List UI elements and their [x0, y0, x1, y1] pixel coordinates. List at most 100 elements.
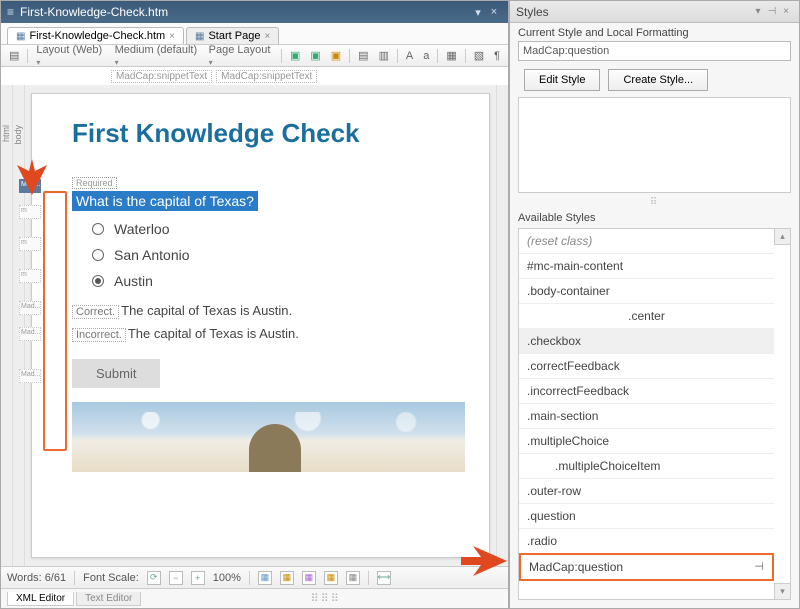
structure-item[interactable]: m — [19, 205, 41, 219]
pilcrow-icon[interactable]: ¶ — [492, 50, 502, 62]
tb-icon[interactable]: ▣ — [308, 49, 322, 62]
snippet-bar: MadCap:snippetText MadCap:snippetText — [1, 67, 508, 85]
tb-icon[interactable]: ▧ — [472, 49, 486, 62]
structure-labels: Mad... m m m Mad... Mad... Mad... — [19, 179, 41, 395]
close-tab-icon[interactable]: × — [264, 31, 270, 42]
incorrect-feedback: Incorrect.The capital of Texas is Austin… — [72, 326, 465, 341]
answer-item[interactable]: Austin — [92, 273, 465, 289]
structure-item[interactable]: Mad... — [19, 369, 41, 383]
tb-icon[interactable]: ▤ — [356, 49, 370, 62]
snippet-tag[interactable]: MadCap:snippetText — [216, 70, 317, 83]
answer-item[interactable]: San Antonio — [92, 247, 465, 263]
editor-title: First-Knowledge-Check.htm — [20, 5, 168, 19]
view-icon[interactable]: ▦ — [346, 571, 360, 585]
style-item[interactable]: .main-section — [519, 404, 774, 429]
style-item[interactable]: .question — [519, 504, 774, 529]
tab-text-editor[interactable]: Text Editor — [76, 592, 141, 606]
snippet-tag[interactable]: MadCap:snippetText — [111, 70, 212, 83]
menu-icon[interactable]: ≡ — [7, 5, 14, 19]
style-item[interactable]: .multipleChoice — [519, 429, 774, 454]
answer-label: Waterloo — [114, 221, 170, 237]
tb-icon[interactable]: A — [404, 50, 415, 62]
style-item[interactable]: .incorrectFeedback — [519, 379, 774, 404]
radio-icon[interactable] — [92, 223, 104, 235]
medium-dropdown[interactable]: Medium (default) — [113, 44, 201, 68]
style-preview — [518, 97, 791, 193]
structure-item[interactable]: m — [19, 237, 41, 251]
view-icon[interactable]: ▦ — [324, 571, 338, 585]
structure-item[interactable]: Mad... — [19, 327, 41, 341]
tb-icon[interactable]: ▣ — [329, 49, 343, 62]
zoom-reset-icon[interactable]: ⟳ — [147, 571, 161, 585]
tb-icon[interactable]: ▣ — [288, 49, 302, 62]
close-icon[interactable]: × — [779, 6, 793, 17]
feedback-text: The capital of Texas is Austin. — [128, 326, 299, 341]
page-area[interactable]: First Knowledge Check Required What is t… — [31, 93, 490, 558]
callout-arrow-left — [17, 159, 47, 198]
left-rail[interactable]: html — [1, 85, 13, 566]
current-style-label: Current Style and Local Formatting — [510, 23, 799, 41]
tab-file-1[interactable]: ▦ First-Knowledge-Check.htm × — [7, 27, 184, 44]
tab-label: Start Page — [208, 30, 260, 42]
editor-toolbar: ▤ Layout (Web) Medium (default) Page Lay… — [1, 45, 508, 67]
grip-handle[interactable]: ⠿ — [510, 197, 799, 208]
style-item[interactable]: .checkbox — [519, 329, 774, 354]
style-item[interactable]: #mc-main-content — [519, 254, 774, 279]
answer-item[interactable]: Waterloo — [92, 221, 465, 237]
scroll-up-icon[interactable]: ▴ — [774, 229, 790, 245]
right-rail[interactable] — [496, 85, 508, 566]
style-item[interactable]: (reset class) — [519, 229, 774, 254]
style-item[interactable]: .correctFeedback — [519, 354, 774, 379]
style-item[interactable]: .outer-row — [519, 479, 774, 504]
editor-body: html body First Knowledge Check Required… — [1, 85, 508, 566]
feedback-tag: Correct. — [72, 305, 119, 319]
close-icon[interactable]: × — [486, 6, 502, 18]
tb-icon[interactable]: ▦ — [444, 49, 458, 62]
zoom-in-icon[interactable]: + — [191, 571, 205, 585]
scroll-down-icon[interactable]: ▾ — [774, 583, 790, 599]
capitol-image — [72, 402, 465, 472]
view-icon[interactable]: ▦ — [280, 571, 294, 585]
page-layout-dropdown[interactable]: Page Layout — [207, 44, 275, 68]
required-tag: Required — [72, 177, 117, 189]
dropdown-icon[interactable]: ▾ — [470, 6, 486, 19]
style-item[interactable]: .body-container — [519, 279, 774, 304]
style-item[interactable]: .radio — [519, 529, 774, 554]
page-heading: First Knowledge Check — [72, 118, 465, 149]
correct-feedback: Correct.The capital of Texas is Austin. — [72, 303, 465, 318]
tb-icon[interactable]: ▥ — [377, 49, 391, 62]
pin-icon[interactable]: ⊣ — [765, 6, 779, 17]
radio-icon[interactable] — [92, 275, 104, 287]
view-icon[interactable]: ▦ — [302, 571, 316, 585]
ruler-icon[interactable]: ⟷ — [377, 571, 391, 585]
zoom-out-icon[interactable]: − — [169, 571, 183, 585]
tb-icon[interactable]: a — [421, 50, 431, 62]
styles-titlebar: Styles ▾ ⊣ × — [510, 1, 799, 23]
layout-dropdown[interactable]: Layout (Web) — [34, 44, 106, 68]
create-style-button[interactable]: Create Style... — [608, 69, 708, 91]
style-item[interactable]: .center — [519, 304, 774, 329]
style-item[interactable]: MadCap:question⊣ — [519, 553, 774, 581]
structure-item[interactable]: Mad... — [19, 301, 41, 315]
tab-file-2[interactable]: ▦ Start Page × — [186, 27, 279, 44]
view-icon[interactable]: ▦ — [258, 571, 272, 585]
editor-titlebar: ≡ First-Knowledge-Check.htm ▾ × — [1, 1, 508, 23]
radio-icon[interactable] — [92, 249, 104, 261]
file-tabs: ▦ First-Knowledge-Check.htm × ▦ Start Pa… — [1, 23, 508, 45]
doc-icon: ▦ — [195, 31, 204, 42]
tab-label: First-Knowledge-Check.htm — [29, 30, 165, 42]
structure-item[interactable]: m — [19, 269, 41, 283]
dropdown-icon[interactable]: ▾ — [751, 6, 765, 17]
style-item[interactable]: .multipleChoiceItem — [519, 454, 774, 479]
question-text[interactable]: What is the capital of Texas? — [72, 191, 258, 211]
bottom-tabs: XML Editor Text Editor ⠿⠿⠿ — [1, 588, 508, 608]
save-icon[interactable]: ▤ — [7, 49, 21, 62]
answer-label: San Antonio — [114, 247, 190, 263]
edit-style-button[interactable]: Edit Style — [524, 69, 600, 91]
submit-button[interactable]: Submit — [72, 359, 160, 388]
pin-icon[interactable]: ⊣ — [754, 560, 764, 573]
tab-xml-editor[interactable]: XML Editor — [7, 592, 74, 606]
current-style-value[interactable]: MadCap:question — [518, 41, 791, 61]
close-tab-icon[interactable]: × — [169, 31, 175, 42]
drag-handle[interactable]: ⠿⠿⠿ — [143, 592, 508, 605]
